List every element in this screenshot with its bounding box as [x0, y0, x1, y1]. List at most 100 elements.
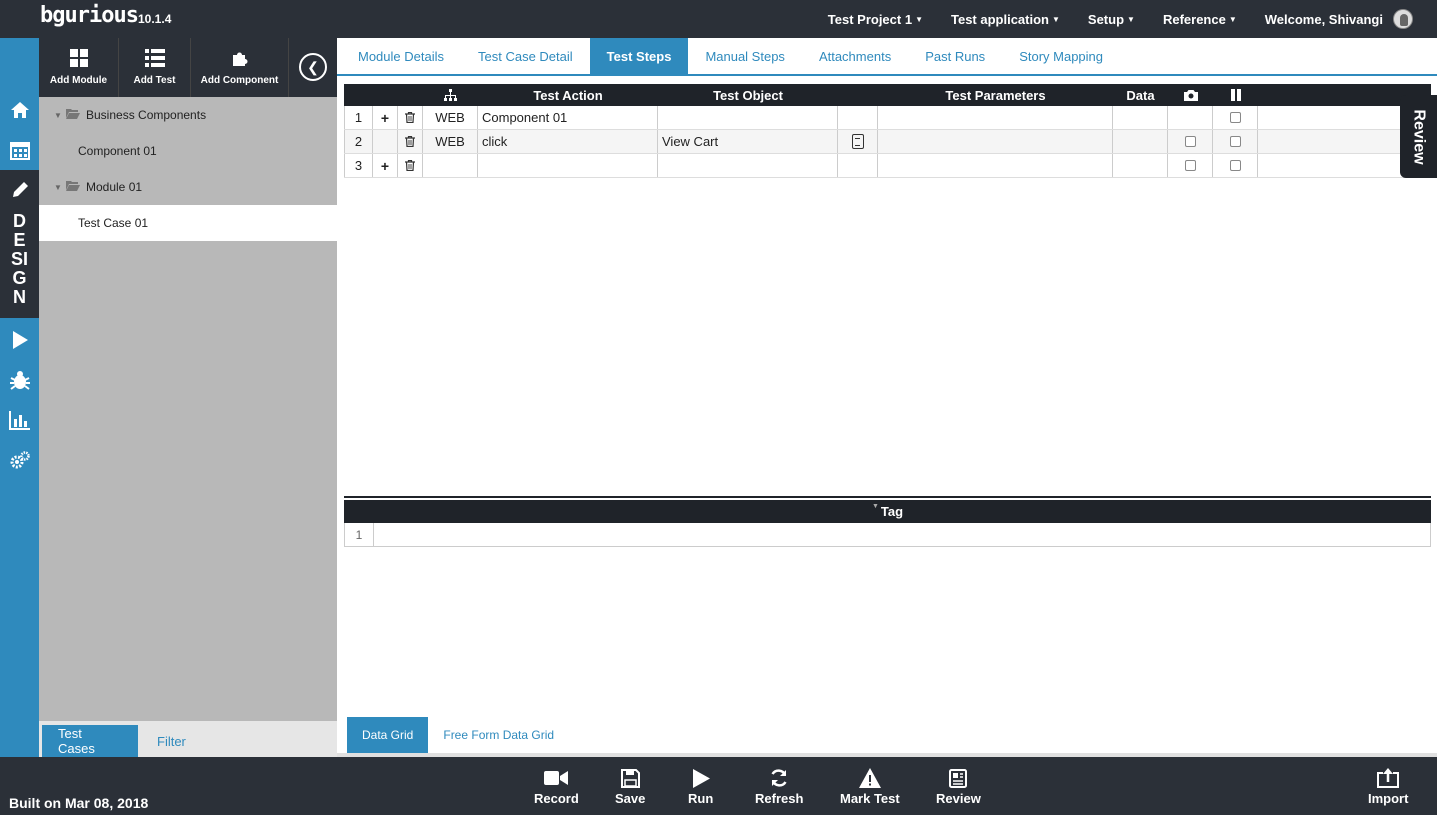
add-step-button[interactable]: +	[373, 106, 398, 129]
data-cell[interactable]	[1113, 154, 1168, 177]
trash-icon[interactable]	[398, 154, 423, 177]
table-row[interactable]: 2 WEB click View Cart	[344, 130, 1431, 154]
object-cell[interactable]	[658, 106, 838, 129]
data-cell[interactable]	[1113, 106, 1168, 129]
tab-filter[interactable]: Filter	[141, 725, 202, 757]
setup-menu[interactable]: Setup ▼	[1088, 12, 1135, 27]
pause-checkbox[interactable]	[1229, 160, 1241, 171]
params-cell[interactable]	[878, 106, 1113, 129]
data-cell[interactable]	[1113, 130, 1168, 153]
tree-item-test-case-01[interactable]: Test Case 01	[39, 205, 337, 241]
collapse-sidebar-button[interactable]: ❮	[299, 53, 327, 81]
design-letter: N	[13, 287, 26, 307]
tree-item-module-01[interactable]: ▼ Module 01	[39, 169, 337, 205]
table-row[interactable]: 1 + WEB Component 01	[344, 106, 1431, 130]
review-button[interactable]: Review	[936, 765, 981, 806]
review-side-tab[interactable]: Review	[1400, 95, 1437, 178]
record-button[interactable]: Record	[534, 765, 579, 806]
avatar[interactable]	[1393, 9, 1413, 29]
add-component-button[interactable]: Add Component	[191, 38, 289, 97]
pause-checkbox[interactable]	[1229, 112, 1241, 123]
run-button[interactable]: Run	[688, 765, 713, 806]
screenshot-checkbox[interactable]	[1184, 136, 1196, 147]
row-number: 3	[344, 154, 373, 177]
project-menu[interactable]: Test Project 1 ▼	[828, 12, 923, 27]
params-cell[interactable]	[878, 154, 1113, 177]
action-cell[interactable]	[478, 154, 658, 177]
mark-test-button[interactable]: Mark Test	[840, 765, 900, 806]
expand-triangle-icon[interactable]: ▼	[54, 183, 66, 192]
add-test-button[interactable]: Add Test	[119, 38, 191, 97]
screenshot-cell	[1168, 154, 1213, 177]
object-cell[interactable]: View Cart	[658, 130, 838, 153]
tree-item-business-components[interactable]: ▼ Business Components	[39, 97, 337, 133]
action-cell[interactable]: click	[478, 130, 658, 153]
object-cell[interactable]	[658, 154, 838, 177]
header-data[interactable]: Data	[1113, 84, 1168, 106]
gears-icon[interactable]	[0, 440, 39, 480]
calendar-icon[interactable]	[0, 130, 39, 170]
object-button-cell	[838, 106, 878, 129]
project-menu-label: Test Project 1	[827, 11, 913, 27]
tab-test-cases[interactable]: Test Cases	[42, 725, 138, 757]
add-component-label: Add Component	[200, 75, 279, 86]
add-step-button[interactable]: +	[373, 154, 398, 177]
pencil-icon[interactable]	[0, 170, 39, 210]
import-icon	[1377, 765, 1400, 791]
document-icon[interactable]	[851, 134, 864, 149]
params-cell[interactable]	[878, 130, 1113, 153]
screenshot-cell	[1168, 106, 1213, 129]
header-test-action[interactable]: Test Action	[478, 84, 658, 106]
table-row[interactable]: 3 +	[344, 154, 1431, 178]
trash-icon[interactable]	[398, 106, 423, 129]
design-letter: SI	[10, 249, 28, 269]
refresh-button[interactable]: Refresh	[755, 765, 803, 806]
tab-test-steps[interactable]: Test Steps	[589, 38, 689, 74]
import-button[interactable]: Import	[1368, 765, 1408, 806]
screenshot-checkbox[interactable]	[1184, 160, 1196, 171]
tab-attachments[interactable]: Attachments	[802, 38, 908, 74]
action-cell[interactable]: Component 01	[478, 106, 658, 129]
review-side-tab-label: Review	[1410, 108, 1428, 165]
tag-header[interactable]: ▼ Tag	[344, 500, 1431, 523]
bug-icon[interactable]	[0, 360, 39, 400]
expand-triangle-icon[interactable]: ▼	[54, 111, 66, 120]
user-menu[interactable]: Welcome, Shivangi	[1265, 9, 1413, 29]
tree-item-component-01[interactable]: Component 01	[39, 133, 337, 169]
header-test-parameters[interactable]: Test Parameters	[878, 84, 1113, 106]
splitter[interactable]	[344, 496, 1431, 498]
trash-icon[interactable]	[398, 130, 423, 153]
home-icon[interactable]	[0, 90, 39, 130]
design-letter: D	[13, 211, 26, 231]
row-number: 1	[345, 523, 374, 546]
platform-cell[interactable]: WEB	[423, 106, 478, 129]
tree-item-label: Business Components	[86, 108, 207, 122]
save-button[interactable]: Save	[615, 765, 645, 806]
platform-cell[interactable]	[423, 154, 478, 177]
tab-story-mapping[interactable]: Story Mapping	[1002, 38, 1120, 74]
tab-data-grid[interactable]: Data Grid	[347, 717, 429, 753]
tab-manual-steps[interactable]: Manual Steps	[688, 38, 802, 74]
warning-icon	[858, 765, 881, 791]
table-row[interactable]: 1	[344, 523, 1431, 547]
play-icon[interactable]	[0, 320, 39, 360]
pause-checkbox[interactable]	[1229, 136, 1241, 147]
tab-free-form-data-grid[interactable]: Free Form Data Grid	[428, 717, 569, 753]
main-panel: Module Details Test Case Detail Test Ste…	[337, 38, 1437, 757]
add-module-button[interactable]: Add Module	[39, 38, 119, 97]
record-label: Record	[534, 791, 579, 806]
platform-cell[interactable]: WEB	[423, 130, 478, 153]
object-button-cell	[838, 130, 878, 153]
tag-cell[interactable]	[374, 523, 1430, 546]
add-step-button[interactable]	[373, 130, 398, 153]
app-logo[interactable]: bgurious	[40, 3, 139, 28]
header-test-object[interactable]: Test Object	[658, 84, 838, 106]
application-menu[interactable]: Test application ▼	[951, 12, 1060, 27]
tab-test-case-detail[interactable]: Test Case Detail	[461, 38, 590, 74]
folder-open-icon	[66, 108, 80, 122]
chart-icon[interactable]	[0, 400, 39, 440]
tab-past-runs[interactable]: Past Runs	[908, 38, 1002, 74]
footer-toolbar: Built on Mar 08, 2018 Record Save Run Re…	[0, 757, 1437, 815]
tab-module-details[interactable]: Module Details	[341, 38, 461, 74]
reference-menu[interactable]: Reference ▼	[1163, 12, 1237, 27]
